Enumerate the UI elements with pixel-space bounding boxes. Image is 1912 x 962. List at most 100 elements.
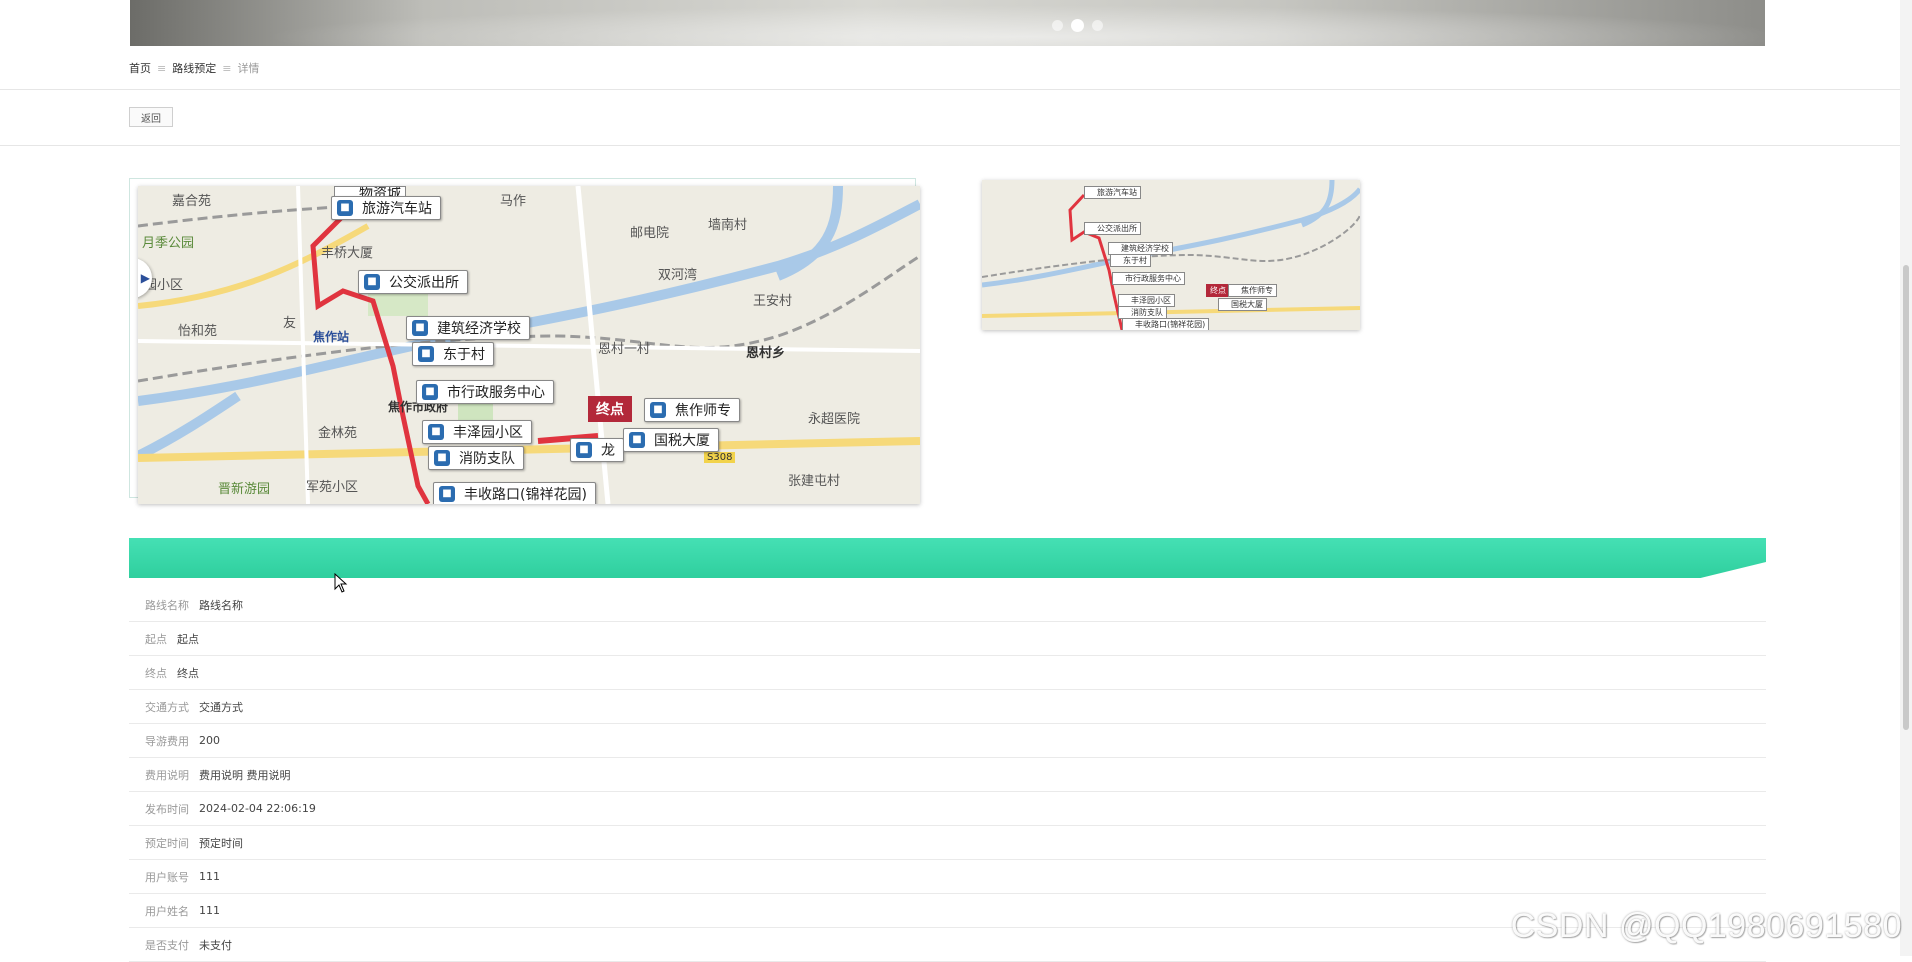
detail-value: 费用说明 费用说明 (199, 768, 291, 782)
route-map-thumbnail[interactable]: 终点 旅游汽车站 公交派出所 建筑经济学校 东于村 市行政服务中心 丰泽园小区 … (982, 180, 1360, 330)
place-label: 邮电院 (630, 226, 670, 241)
detail-row-fee-description: 费用说明 费用说明 费用说明 (129, 758, 1766, 792)
carousel-dot-active[interactable] (1071, 19, 1084, 32)
end-marker[interactable]: 终点 (1206, 284, 1230, 297)
detail-label: 路线名称 (145, 598, 189, 612)
detail-value: 预定时间 (199, 836, 243, 850)
bus-icon: ■ (412, 320, 428, 336)
place-label: 永超医院 (808, 412, 861, 427)
place-label: 双河湾 (658, 268, 698, 283)
station-name: 旅游汽车站 (362, 201, 432, 217)
bus-icon: ■ (650, 402, 666, 418)
detail-label: 用户姓名 (145, 904, 189, 918)
bus-icon: ■ (422, 384, 438, 400)
divider (0, 89, 1900, 90)
mouse-cursor-icon (334, 573, 348, 593)
place-label: 友 (283, 316, 297, 331)
station-label[interactable]: 丰收路口(锦祥花园) (433, 482, 596, 504)
carousel-dot[interactable] (1092, 20, 1103, 31)
detail-row-end: 终点 终点 (129, 656, 1766, 690)
place-label: 丰桥大厦 (321, 246, 374, 261)
place-label: 恩村乡 (746, 346, 786, 361)
station-label[interactable]: 旅游汽车站 (1084, 186, 1141, 199)
station-name: 消防支队 (459, 451, 515, 467)
detail-value: 终点 (177, 666, 199, 680)
detail-row-transport: 交通方式 交通方式 (129, 690, 1766, 724)
detail-label: 交通方式 (145, 700, 189, 714)
detail-row-publish-time: 发布时间 2024-02-04 22:06:19 (129, 792, 1766, 826)
vertical-scrollbar[interactable] (1900, 0, 1912, 956)
detail-row-guide-fee: 导游费用 200 (129, 724, 1766, 758)
bus-icon: ■ (364, 274, 380, 290)
place-label: 晋新游园 (218, 482, 271, 497)
detail-header-bar (129, 538, 1766, 578)
breadcrumb-current: 详情 (237, 62, 260, 75)
station-name: 市行政服务中心 (447, 385, 545, 401)
end-marker[interactable]: 终点 (588, 396, 632, 422)
detail-value: 200 (199, 734, 220, 747)
place-label: 嘉合苑 (172, 194, 212, 209)
detail-value: 交通方式 (199, 700, 243, 714)
back-button[interactable]: 返回 (129, 107, 173, 127)
station-name: 丰泽园小区 (453, 425, 523, 441)
detail-row-user-account: 用户账号 111 (129, 860, 1766, 894)
station-name: 东于村 (443, 347, 485, 363)
detail-label: 预定时间 (145, 836, 189, 850)
detail-row-route-name: 路线名称 路线名称 (129, 588, 1766, 622)
station-label[interactable]: 焦作师专 (1228, 284, 1277, 297)
station-label[interactable]: 公交派出所 (1084, 222, 1141, 235)
thumbnail-map-svg (982, 180, 1360, 330)
place-label: 焦作站 (313, 330, 350, 344)
place-label: 墙南村 (708, 218, 748, 233)
place-label: 怡和苑 (178, 324, 218, 339)
detail-row-start: 起点 起点 (129, 622, 1766, 656)
place-label: 恩村一村 (598, 342, 651, 357)
road-sign: S308 (704, 452, 736, 463)
detail-label: 起点 (145, 632, 167, 646)
station-name: 建筑经济学校 (437, 321, 521, 337)
detail-value: 路线名称 (199, 598, 243, 612)
detail-value: 2024-02-04 22:06:19 (199, 802, 316, 815)
bus-icon: ■ (337, 200, 353, 216)
station-label[interactable]: 市行政服务中心 (1112, 272, 1185, 285)
carousel-dot[interactable] (1052, 20, 1063, 31)
watermark: CSDN @QQ1980691580 (1510, 907, 1902, 945)
detail-row-booking-time: 预定时间 预定时间 (129, 826, 1766, 860)
detail-value: 111 (199, 904, 220, 917)
detail-label: 费用说明 (145, 768, 189, 782)
station-label[interactable]: 东于村 (1110, 254, 1151, 267)
banner-carousel[interactable] (130, 0, 1765, 46)
breadcrumb-separator: ≡ (157, 61, 167, 75)
breadcrumb-home[interactable]: 首页 (129, 60, 151, 76)
detail-list: 路线名称 路线名称 起点 起点 终点 终点 交通方式 交通方式 导游费用 200… (129, 588, 1766, 962)
breadcrumb-route[interactable]: 路线预定 (172, 60, 216, 76)
place-label: 月季公园 (142, 236, 195, 251)
station-name: 国税大厦 (654, 433, 710, 449)
bus-icon: ■ (434, 450, 450, 466)
bus-icon: ■ (418, 346, 434, 362)
station-label[interactable]: 国税大厦 (1218, 298, 1267, 311)
station-label[interactable]: 丰收路口(锦祥花园) (1122, 318, 1210, 330)
place-label: 张建屯村 (788, 474, 841, 489)
detail-value: 未支付 (199, 938, 232, 952)
bus-icon: ■ (428, 424, 444, 440)
place-label: 马作 (500, 194, 527, 209)
bus-icon: ■ (629, 432, 645, 448)
scrollbar-thumb[interactable] (1903, 265, 1909, 730)
station-name: 公交派出所 (389, 275, 459, 291)
bus-icon: ■ (439, 486, 455, 502)
detail-label: 是否支付 (145, 938, 189, 952)
route-map-svg (138, 186, 920, 504)
station-name: 焦作师专 (675, 403, 731, 419)
place-label: 军苑小区 (306, 480, 359, 495)
station-name: 丰收路口(锦祥花园) (464, 487, 587, 503)
detail-label: 导游费用 (145, 734, 189, 748)
divider (0, 145, 1900, 146)
route-map-large[interactable]: 嘉合苑 马作 墙南村 月季公园 邮电院 丰桥大厦 双河湾 园小区 王安村 怡和苑… (138, 186, 920, 504)
station-name: 龙 (601, 443, 615, 459)
banner-image (130, 0, 1765, 46)
bus-icon: ■ (576, 442, 592, 458)
detail-value: 起点 (177, 632, 199, 646)
place-label: 王安村 (753, 294, 793, 309)
breadcrumb-separator: ≡ (222, 61, 232, 75)
